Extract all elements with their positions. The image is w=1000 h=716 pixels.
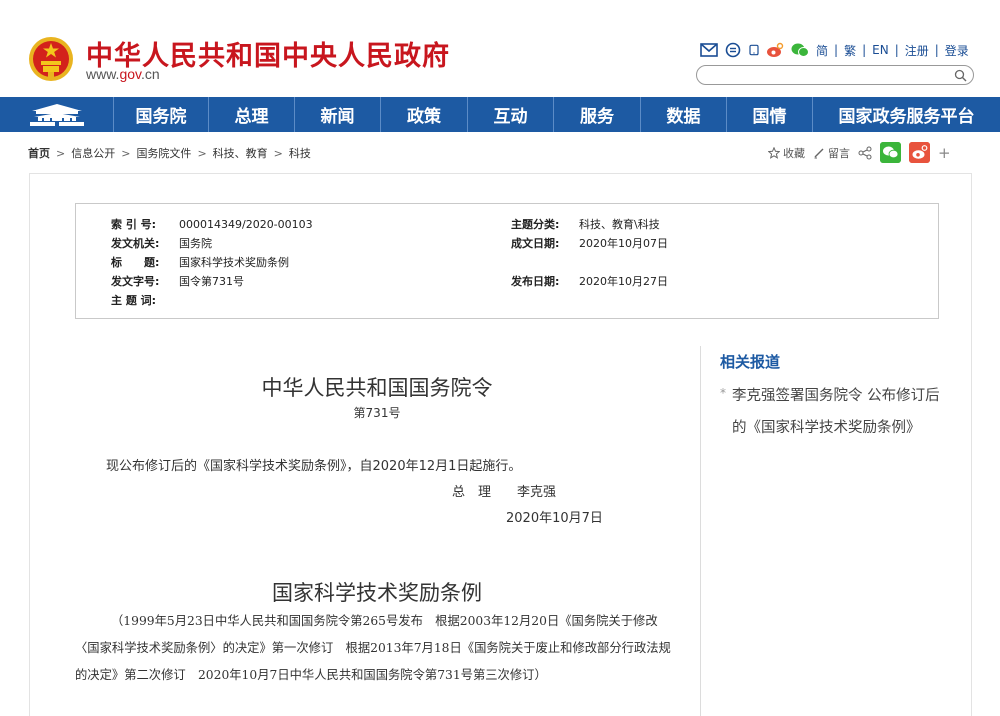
- info-label: 主题分类:: [511, 218, 560, 231]
- breadcrumb-sci-edu[interactable]: 科技、教育: [213, 145, 268, 161]
- breadcrumb-bar: 首页 > 信息公开 > 国务院文件 > 科技、教育 > 科技 收藏 留言 +: [0, 132, 1000, 172]
- site-url[interactable]: www.gov.cn: [86, 66, 160, 82]
- info-label: 发文机关:: [111, 237, 160, 250]
- separator: |: [894, 43, 899, 57]
- order-title: 中华人民共和国国务院令: [261, 376, 493, 400]
- link-traditional[interactable]: 繁: [844, 42, 856, 59]
- related-reports-title: 相关报道: [720, 353, 781, 371]
- nav-item-national-info[interactable]: 国情: [727, 97, 813, 132]
- regulation-history-note: （1999年5月23日中华人民共和国国务院令第265号发布 根据2003年12月…: [75, 614, 671, 682]
- url-brand: gov: [119, 66, 141, 82]
- info-value: 000014349/2020-00103: [179, 218, 313, 231]
- nav-item-interaction[interactable]: 互动: [468, 97, 554, 132]
- favorite-button[interactable]: 收藏: [768, 145, 805, 161]
- search-icon[interactable]: [954, 69, 967, 82]
- more-share-button[interactable]: +: [938, 144, 951, 162]
- info-label: 标 题:: [111, 256, 160, 269]
- tiananmen-icon: [29, 103, 84, 126]
- breadcrumb-council-docs[interactable]: 国务院文件: [136, 145, 191, 161]
- favorite-label: 收藏: [783, 146, 805, 160]
- regulation-title: 国家科学技术奖励条例: [272, 581, 482, 605]
- separator: |: [834, 43, 839, 57]
- wechat-share-icon[interactable]: [880, 142, 901, 163]
- nav-item-policy[interactable]: 政策: [381, 97, 468, 132]
- wechat-icon[interactable]: [790, 42, 810, 58]
- comment-label: 留言: [828, 146, 850, 160]
- share-toolbar: 收藏 留言 +: [768, 142, 951, 163]
- nav-item-services[interactable]: 服务: [554, 97, 641, 132]
- info-date-made: 成文日期: 2020年10月07日: [511, 235, 668, 251]
- sidebar-divider: [700, 346, 701, 716]
- info-label: 发布日期:: [511, 275, 560, 288]
- nav-item-news[interactable]: 新闻: [295, 97, 381, 132]
- main-nav: 国务院 总理 新闻 政策 互动 服务 数据 国情 国家政务服务平台: [0, 97, 1000, 132]
- nav-item-premier[interactable]: 总理: [209, 97, 295, 132]
- info-label: 成文日期:: [511, 237, 560, 250]
- search-input[interactable]: [707, 68, 947, 82]
- info-value: 2020年10月27日: [579, 275, 668, 288]
- info-value: 国务院: [179, 237, 212, 250]
- national-emblem-icon[interactable]: [28, 36, 74, 82]
- breadcrumb-separator: >: [197, 146, 207, 160]
- order-body: 现公布修订后的《国家科学技术奖励条例》，自2020年12月1日起施行。: [106, 459, 522, 474]
- order-signer: 总 理 李克强: [452, 485, 557, 500]
- info-value: 国家科学技术奖励条例: [179, 256, 289, 269]
- info-label: 发文字号:: [111, 275, 160, 288]
- breadcrumb-home[interactable]: 首页: [28, 145, 50, 161]
- pencil-icon: [814, 148, 824, 158]
- star-icon: [768, 146, 780, 159]
- site-header: 中华人民共和国中央人民政府 www.gov.cn 简 | 繁 | EN | 注册…: [0, 0, 1000, 97]
- list-bullet: *: [720, 386, 726, 400]
- info-keywords: 主 题 词:: [111, 292, 179, 308]
- info-issuer: 发文机关: 国务院: [111, 235, 212, 251]
- breadcrumb-info-disclosure[interactable]: 信息公开: [71, 145, 115, 161]
- info-value: 科技、教育\科技: [579, 218, 660, 231]
- comment-icon[interactable]: [724, 42, 742, 58]
- info-index: 索 引 号: 000014349/2020-00103: [111, 216, 313, 232]
- info-label: 主 题 词:: [111, 294, 157, 307]
- info-label: 索 引 号:: [111, 218, 157, 231]
- breadcrumb-science[interactable]: 科技: [289, 145, 311, 161]
- mobile-icon[interactable]: [748, 42, 760, 58]
- info-docno: 发文字号: 国令第731号: [111, 273, 244, 289]
- breadcrumb-separator: >: [56, 146, 66, 160]
- separator: |: [934, 43, 939, 57]
- info-pub-date: 发布日期: 2020年10月27日: [511, 273, 668, 289]
- link-simplified[interactable]: 简: [816, 42, 828, 59]
- info-value: 国令第731号: [179, 275, 244, 288]
- breadcrumb-separator: >: [273, 146, 283, 160]
- top-links: 简 | 繁 | EN | 注册 | 登录: [700, 40, 969, 60]
- info-title: 标 题: 国家科学技术奖励条例: [111, 254, 289, 270]
- url-suffix: .cn: [141, 66, 160, 82]
- mail-icon[interactable]: [700, 42, 718, 58]
- info-value: 2020年10月07日: [579, 237, 668, 250]
- url-prefix: www.: [86, 66, 120, 82]
- comment-button[interactable]: 留言: [813, 145, 850, 161]
- link-register[interactable]: 注册: [905, 42, 929, 59]
- separator: |: [862, 43, 867, 57]
- weibo-icon[interactable]: [766, 42, 784, 58]
- nav-home[interactable]: [0, 97, 114, 132]
- breadcrumb-separator: >: [121, 146, 131, 160]
- nav-item-data[interactable]: 数据: [641, 97, 727, 132]
- info-topic: 主题分类: 科技、教育\科技: [511, 216, 660, 232]
- nav-item-gov-service-platform[interactable]: 国家政务服务平台: [813, 97, 1000, 132]
- breadcrumb: 首页 > 信息公开 > 国务院文件 > 科技、教育 > 科技: [28, 145, 311, 161]
- order-number: 第731号: [353, 406, 401, 420]
- weibo-share-icon[interactable]: [909, 142, 930, 163]
- search-box: [696, 65, 974, 85]
- order-sign-date: 2020年10月7日: [506, 511, 603, 526]
- nav-item-state-council[interactable]: 国务院: [114, 97, 209, 132]
- share-icon[interactable]: [858, 146, 872, 160]
- link-english[interactable]: EN: [872, 43, 889, 57]
- link-login[interactable]: 登录: [945, 42, 969, 59]
- related-report-link[interactable]: 李克强签署国务院令 公布修订后的《国家科学技术奖励条例》: [732, 380, 947, 444]
